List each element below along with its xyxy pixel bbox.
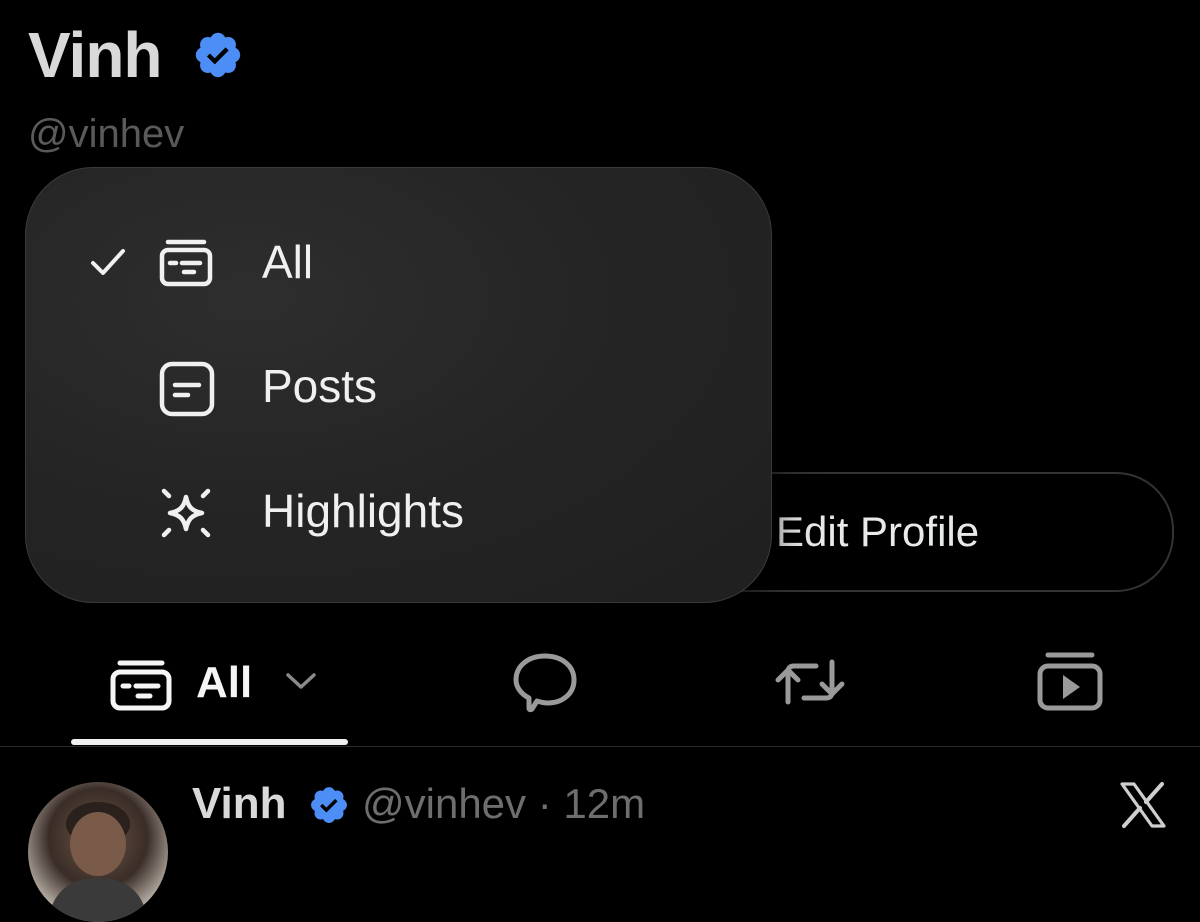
tab-all[interactable]: All: [70, 640, 350, 730]
avatar[interactable]: [28, 782, 168, 922]
posts-icon: [156, 358, 216, 418]
active-tab-indicator: [71, 739, 348, 745]
media-icon: [1030, 650, 1110, 714]
all-feed-icon: [110, 658, 172, 712]
menu-item-highlights[interactable]: Highlights: [26, 461, 771, 561]
chevron-down-icon[interactable]: [284, 670, 318, 692]
tab-all-label: All: [196, 658, 253, 707]
menu-item-all[interactable]: All: [26, 212, 771, 312]
tab-media[interactable]: [1030, 640, 1110, 730]
menu-item-label: All: [262, 236, 314, 288]
tab-replies[interactable]: [510, 640, 590, 730]
profile-handle: @vinhev: [28, 112, 185, 156]
menu-item-posts[interactable]: Posts: [26, 336, 771, 436]
tabs-divider: [0, 746, 1200, 747]
reply-bubble-icon: [510, 650, 590, 714]
all-feed-icon: [156, 234, 216, 294]
filter-dropdown-menu: All Posts Highlights: [25, 167, 772, 603]
post-author-name[interactable]: Vinh: [192, 778, 287, 830]
x-logo-icon: [1118, 780, 1168, 830]
tab-reposts[interactable]: [770, 640, 850, 730]
edit-profile-label: Edit Profile: [776, 508, 980, 555]
menu-item-label: Posts: [262, 360, 378, 412]
post-handle-timestamp: @vinhev · 12m: [362, 780, 646, 827]
verified-badge-icon: [308, 784, 350, 826]
repost-icon: [770, 650, 850, 714]
sparkle-icon: [156, 483, 216, 543]
profile-name: Vinh: [28, 19, 162, 91]
verified-badge-icon: [192, 29, 244, 81]
checkmark-icon: [88, 242, 128, 282]
menu-item-label: Highlights: [262, 485, 464, 537]
